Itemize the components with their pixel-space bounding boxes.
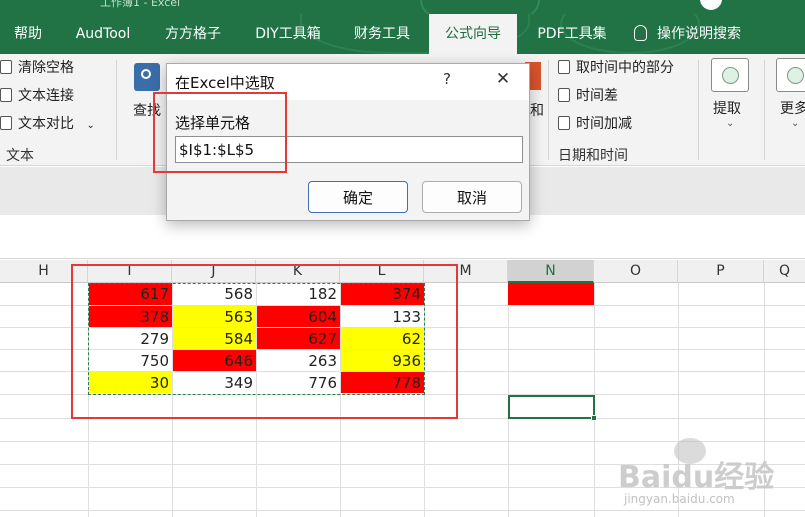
ribbon-tab-row: 帮助 AudTool 方方格子 DIY工具箱 财务工具 公式向导 PDF工具集 … bbox=[0, 14, 805, 54]
tab-formula-wizard[interactable]: 公式向导 bbox=[429, 14, 517, 54]
tab-tell-me[interactable]: 操作说明搜索 bbox=[634, 14, 794, 54]
data-cell[interactable]: 378 bbox=[89, 306, 172, 327]
dialog-title: 在Excel中选取 bbox=[175, 74, 275, 92]
column-header-m[interactable]: M bbox=[424, 260, 508, 283]
group-separator bbox=[116, 60, 117, 160]
fill-handle[interactable] bbox=[591, 415, 597, 421]
select-range-dialog: 在Excel中选取 ? ✕ 选择单元格 确定 取消 bbox=[166, 63, 530, 221]
group-separator bbox=[548, 60, 549, 160]
column-header-p[interactable]: P bbox=[678, 260, 764, 283]
tab-finance-tools[interactable]: 财务工具 bbox=[342, 14, 422, 54]
data-cell[interactable]: 646 bbox=[173, 350, 256, 371]
data-cell[interactable]: 750 bbox=[89, 350, 172, 371]
search-icon bbox=[134, 63, 160, 91]
text-join-button[interactable]: 文本连接 bbox=[0, 84, 74, 108]
select-cells-label: 选择单元格 bbox=[175, 114, 251, 132]
time-part-icon bbox=[558, 60, 570, 74]
cancel-button[interactable]: 取消 bbox=[422, 181, 522, 213]
column-headers: H I J K L M N O P Q bbox=[0, 260, 805, 283]
group-separator bbox=[698, 60, 699, 160]
watermark: Baidu经验 jingyan.baidu.com bbox=[612, 438, 775, 510]
data-cell[interactable]: 374 bbox=[341, 283, 424, 305]
tab-pdf-tools[interactable]: PDF工具集 bbox=[524, 14, 620, 54]
clear-spaces-button[interactable]: 清除空格 bbox=[0, 56, 74, 80]
chevron-down-icon: ⌄ bbox=[86, 120, 95, 131]
watermark-url: jingyan.baidu.com bbox=[624, 492, 735, 506]
watermark-brand: Baidu经验 bbox=[618, 460, 775, 495]
title-decoration bbox=[420, 0, 540, 14]
data-cell[interactable]: 133 bbox=[341, 306, 424, 327]
time-part-button[interactable]: 取时间中的部分 bbox=[558, 56, 674, 80]
group-label-datetime: 日期和时间 bbox=[558, 148, 628, 164]
data-cell[interactable]: 627 bbox=[257, 328, 340, 349]
group-separator bbox=[764, 60, 765, 160]
extract-icon bbox=[711, 58, 749, 92]
time-diff-button[interactable]: 时间差 bbox=[558, 84, 618, 108]
column-header-n[interactable]: N bbox=[508, 260, 594, 283]
window-title: 工作簿1 - Excel bbox=[100, 0, 181, 9]
range-input[interactable] bbox=[175, 136, 523, 163]
data-cell[interactable]: 604 bbox=[257, 306, 340, 327]
data-cell[interactable]: 584 bbox=[173, 328, 256, 349]
ribbon-partial-label: 和 bbox=[530, 103, 544, 119]
close-icon[interactable]: ✕ bbox=[492, 69, 514, 89]
column-header-h[interactable]: H bbox=[0, 260, 88, 283]
column-header-k[interactable]: K bbox=[256, 260, 340, 283]
data-cell[interactable]: 30 bbox=[89, 372, 172, 393]
active-cell[interactable] bbox=[508, 395, 597, 421]
data-cell[interactable]: 776 bbox=[257, 372, 340, 393]
tab-diy-toolbox[interactable]: DIY工具箱 bbox=[240, 14, 336, 54]
data-cell[interactable]: 182 bbox=[257, 283, 340, 305]
column-header-i[interactable]: I bbox=[88, 260, 172, 283]
data-cell[interactable]: 563 bbox=[173, 306, 256, 327]
text-compare-icon bbox=[0, 116, 12, 130]
data-cell[interactable]: 568 bbox=[173, 283, 256, 305]
data-cell[interactable]: 778 bbox=[341, 372, 424, 393]
column-header-l[interactable]: L bbox=[340, 260, 424, 283]
group-label-text: 文本 bbox=[6, 148, 34, 164]
tab-audtool[interactable]: AudTool bbox=[60, 14, 146, 54]
chevron-down-icon: ⌄ bbox=[726, 118, 735, 129]
column-header-o[interactable]: O bbox=[594, 260, 678, 283]
dialog-title-bar: 在Excel中选取 bbox=[167, 64, 529, 100]
data-cell[interactable]: 279 bbox=[89, 328, 172, 349]
data-cell[interactable]: 617 bbox=[89, 283, 172, 305]
ok-button[interactable]: 确定 bbox=[308, 181, 408, 213]
data-cell[interactable]: 936 bbox=[341, 350, 424, 371]
clear-spaces-icon bbox=[0, 60, 12, 74]
avatar[interactable] bbox=[700, 0, 722, 10]
formula-bar[interactable] bbox=[0, 215, 805, 259]
column-header-j[interactable]: J bbox=[172, 260, 256, 283]
column-header-q[interactable]: Q bbox=[764, 260, 805, 283]
data-cell[interactable]: 349 bbox=[173, 372, 256, 393]
title-bar: 工作簿1 - Excel bbox=[0, 0, 805, 14]
time-add-icon bbox=[558, 116, 570, 130]
filled-cell-n1[interactable] bbox=[508, 283, 594, 305]
more-icon bbox=[776, 58, 805, 92]
data-cell[interactable]: 263 bbox=[257, 350, 340, 371]
lightbulb-icon bbox=[634, 25, 647, 41]
tab-help[interactable]: 帮助 bbox=[0, 14, 56, 54]
tab-fangfang[interactable]: 方方格子 bbox=[152, 14, 234, 54]
text-join-icon bbox=[0, 88, 12, 102]
chevron-down-icon: ⌄ bbox=[791, 118, 800, 129]
time-diff-icon bbox=[558, 88, 570, 102]
tell-me-label: 操作说明搜索 bbox=[657, 26, 741, 42]
help-button[interactable]: ? bbox=[438, 70, 456, 88]
data-cell[interactable]: 62 bbox=[341, 328, 424, 349]
text-compare-button[interactable]: 文本对比 ⌄ bbox=[0, 112, 95, 136]
time-add-button[interactable]: 时间加减 bbox=[558, 112, 632, 136]
